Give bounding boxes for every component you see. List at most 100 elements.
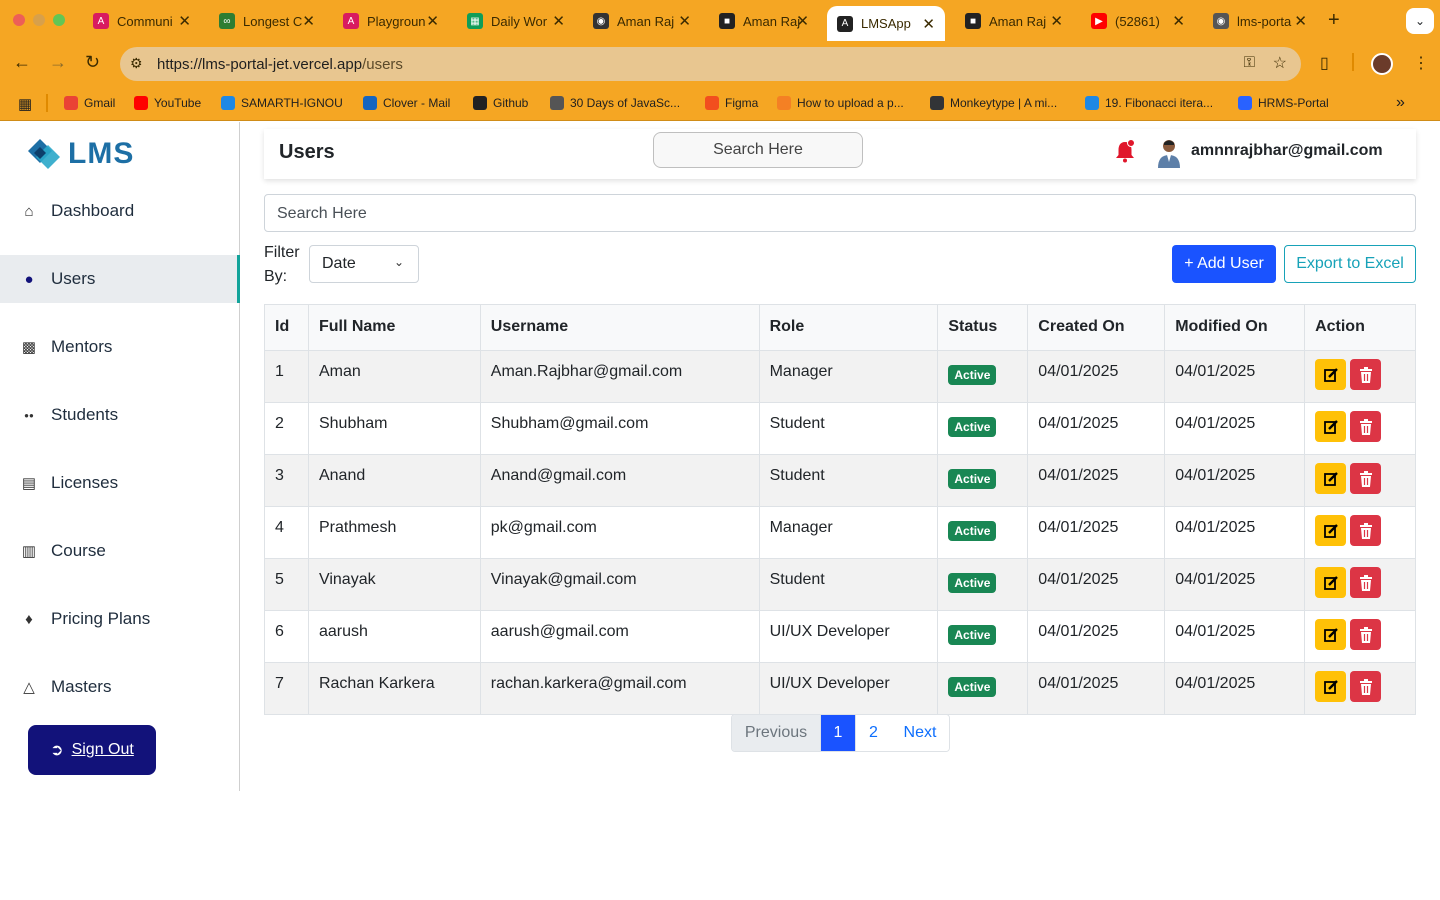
cell-username: pk@gmail.com	[479, 506, 760, 559]
bookmarks-divider	[46, 94, 48, 112]
tab-close-icon[interactable]: ✕	[1172, 12, 1185, 30]
pagination-next[interactable]: Next	[891, 715, 949, 751]
sidebar-item-licenses[interactable]: ▤ Licenses	[0, 459, 240, 507]
browser-tab[interactable]: ◉ Aman Raj ✕	[583, 7, 701, 35]
tab-search-icon[interactable]: ⌄	[1406, 8, 1434, 34]
more-bookmarks-icon[interactable]: »	[1396, 94, 1405, 112]
tab-close-icon[interactable]: ✕	[678, 12, 691, 30]
cell-modified-on: 04/01/2025	[1164, 350, 1306, 403]
sidebar-item-pricing-plans[interactable]: ♦ Pricing Plans	[0, 595, 240, 643]
forward-icon[interactable]: →	[49, 52, 67, 73]
tab-close-icon[interactable]: ✕	[796, 12, 809, 30]
cell-created-on: 04/01/2025	[1027, 454, 1166, 507]
users-search-input[interactable]: Search Here	[264, 194, 1416, 232]
tab-close-icon[interactable]: ✕	[1294, 12, 1307, 30]
user-email[interactable]: amnnrajbhar@gmail.com	[1191, 142, 1383, 160]
delete-button[interactable]	[1350, 463, 1382, 494]
tab-close-icon[interactable]: ✕	[1050, 12, 1063, 30]
tab-close-icon[interactable]: ✕	[426, 12, 439, 30]
url-text[interactable]: https://lms-portal-jet.vercel.app/users	[157, 56, 403, 73]
new-tab-icon[interactable]: +	[1328, 9, 1340, 32]
delete-button[interactable]	[1350, 515, 1382, 546]
tab-close-icon[interactable]: ✕	[552, 12, 565, 30]
add-user-button[interactable]: + Add User	[1172, 245, 1276, 283]
filter-select[interactable]: Date ⌄	[309, 245, 419, 283]
bookmark-item[interactable]: Clover - Mail	[363, 96, 450, 110]
bookmark-item[interactable]: SAMARTH-IGNOU	[221, 96, 343, 110]
browser-tab[interactable]: ∞ Longest C ✕	[209, 7, 325, 35]
kebab-menu-icon[interactable]: ⋮	[1413, 53, 1429, 73]
delete-button[interactable]	[1350, 359, 1382, 390]
minimize-window-button[interactable]	[33, 14, 45, 26]
edit-button[interactable]	[1315, 515, 1347, 546]
browser-tab[interactable]: ◉ lms-porta ✕	[1203, 7, 1317, 35]
back-icon[interactable]: ←	[13, 52, 31, 73]
browser-tab[interactable]: ▶ (52861) ✕	[1081, 7, 1195, 35]
edit-button[interactable]	[1315, 359, 1347, 390]
edit-button[interactable]	[1315, 411, 1347, 442]
bookmark-label: 30 Days of JavaSc...	[570, 96, 681, 110]
profile-icon: ■	[719, 13, 735, 29]
edit-button[interactable]	[1315, 671, 1347, 702]
bookmark-item[interactable]: 19. Fibonacci itera...	[1085, 96, 1213, 110]
browser-tab[interactable]: A Communi ✕	[83, 7, 201, 35]
address-bar[interactable]: ⚙ https://lms-portal-jet.vercel.app/user…	[120, 47, 1301, 81]
reload-icon[interactable]: ↻	[85, 52, 100, 73]
tab-close-icon[interactable]: ✕	[922, 15, 935, 33]
notification-bell-icon[interactable]	[1114, 139, 1136, 163]
browser-tab[interactable]: ▦ Daily Wor ✕	[457, 7, 575, 35]
edit-button[interactable]	[1315, 463, 1347, 494]
bookmark-item[interactable]: How to upload a p...	[777, 96, 904, 110]
url-host: https://lms-portal-jet.vercel.app	[157, 56, 363, 73]
cell-modified-on: 04/01/2025	[1164, 454, 1306, 507]
bookmark-item[interactable]: Figma	[705, 96, 758, 110]
browser-tab[interactable]: ■ Aman Raj ✕	[709, 7, 819, 35]
extensions-icon[interactable]: ▯	[1320, 53, 1329, 73]
bookmark-item[interactable]: HRMS-Portal	[1238, 96, 1329, 110]
user-avatar[interactable]	[1156, 138, 1182, 168]
sidebar: LMS ⌂ Dashboard ● Users ▩ Mentors ●● Students ▤ L…	[0, 122, 240, 791]
cell-role: Student	[758, 454, 939, 507]
site-settings-icon[interactable]: ⚙	[130, 55, 143, 72]
export-to-excel-button[interactable]: Export to Excel	[1284, 245, 1416, 283]
cell-modified-on: 04/01/2025	[1164, 506, 1306, 559]
sidebar-item-mentors[interactable]: ▩ Mentors	[0, 323, 240, 371]
bookmark-item[interactable]: YouTube	[134, 96, 201, 110]
apps-grid-icon[interactable]: ▦	[18, 95, 32, 113]
tab-title: lms-porta	[1237, 13, 1292, 29]
cell-action	[1304, 610, 1416, 663]
pagination-page[interactable]: 1	[821, 715, 856, 751]
close-window-button[interactable]	[13, 14, 25, 26]
bookmark-item[interactable]: 30 Days of JavaSc...	[550, 96, 680, 110]
delete-button[interactable]	[1350, 411, 1382, 442]
browser-tab[interactable]: A Playgroun ✕	[333, 7, 449, 35]
bookmark-item[interactable]: Monkeytype | A mi...	[930, 96, 1057, 110]
sign-out-button[interactable]: ➲ Sign Out	[28, 725, 156, 775]
column-header: Role	[758, 304, 939, 351]
pagination-previous[interactable]: Previous	[732, 715, 821, 751]
header-search-input[interactable]: Search Here	[653, 132, 863, 168]
sidebar-item-students[interactable]: ●● Students	[0, 391, 240, 439]
tab-close-icon[interactable]: ✕	[178, 12, 191, 30]
pagination-page[interactable]: 2	[856, 715, 891, 751]
bookmark-item[interactable]: Github	[473, 96, 528, 110]
sidebar-item-course[interactable]: ▥ Course	[0, 527, 240, 575]
browser-tab[interactable]: ■ Aman Raj ✕	[955, 7, 1073, 35]
bookmark-item[interactable]: Gmail	[64, 96, 115, 110]
delete-button[interactable]	[1350, 619, 1382, 650]
tab-close-icon[interactable]: ✕	[302, 12, 315, 30]
edit-button[interactable]	[1315, 567, 1347, 598]
sidebar-item-masters[interactable]: △ Masters	[0, 663, 240, 711]
delete-button[interactable]	[1350, 567, 1382, 598]
password-key-icon[interactable]: ⚿	[1244, 54, 1255, 71]
status-badge: Active	[948, 469, 997, 489]
sidebar-item-dashboard[interactable]: ⌂ Dashboard	[0, 187, 240, 235]
profile-avatar[interactable]	[1371, 53, 1393, 75]
browser-tab[interactable]: A LMSApp ✕	[827, 6, 945, 41]
edit-button[interactable]	[1315, 619, 1347, 650]
lms-logo[interactable]: LMS	[26, 137, 134, 171]
maximize-window-button[interactable]	[53, 14, 65, 26]
delete-button[interactable]	[1350, 671, 1382, 702]
sidebar-item-users[interactable]: ● Users	[0, 255, 240, 303]
bookmark-star-icon[interactable]: ☆	[1273, 53, 1287, 73]
